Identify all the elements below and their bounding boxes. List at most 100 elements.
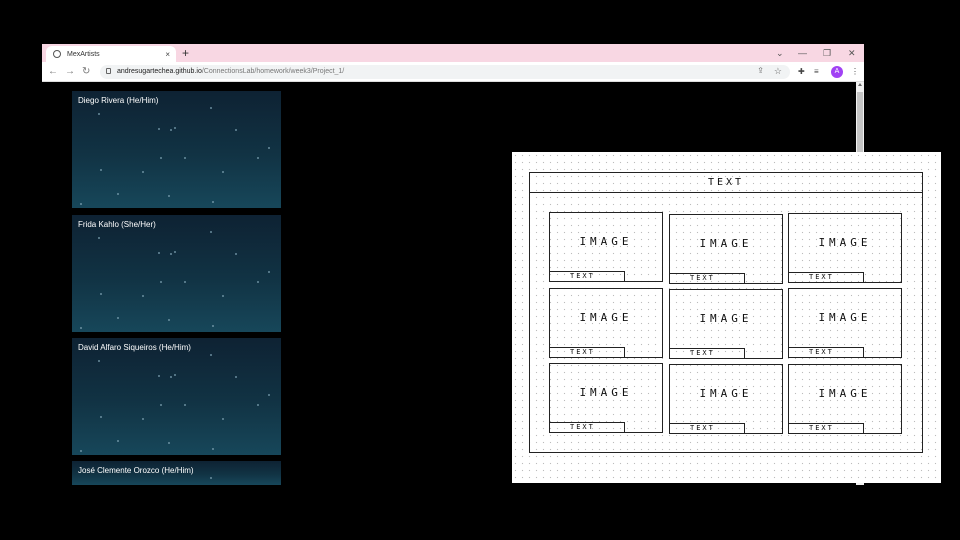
wireframe-cell: IMAGE TEXT	[788, 213, 902, 283]
star-dot	[117, 440, 119, 442]
browser-toolbar: ← → ↻ andresugartechea.github.io/Connect…	[42, 62, 864, 82]
star-dot	[257, 404, 259, 406]
wireframe-cell: IMAGE TEXT	[788, 364, 902, 434]
reading-list-icon[interactable]: ≡	[814, 66, 819, 78]
star-dot	[268, 271, 270, 273]
wireframe-cell: IMAGE TEXT	[788, 288, 902, 358]
star-dot	[268, 394, 270, 396]
wireframe-text-label: TEXT	[669, 273, 745, 284]
scroll-up-arrow-icon[interactable]	[858, 83, 862, 86]
artist-name: David Alfaro Siqueiros (He/Him)	[78, 343, 191, 352]
restore-button[interactable]: ❐	[823, 46, 831, 60]
reload-button[interactable]: ↻	[82, 65, 90, 79]
star-dot	[98, 237, 100, 239]
tab-title: MexArtists	[67, 50, 100, 58]
star-dot	[98, 113, 100, 115]
tab-bar: MexArtists × + ⌄ — ❐ ✕	[42, 44, 864, 62]
share-icon[interactable]: ⇪	[757, 66, 764, 75]
tab-search-button[interactable]: ⌄	[776, 46, 784, 60]
star-dot	[184, 157, 186, 159]
star-dot	[117, 193, 119, 195]
url-path: /ConnectionsLab/homework/week3/Project_1…	[201, 68, 345, 75]
wireframe-text-label: TEXT	[549, 347, 625, 358]
minimize-button[interactable]: —	[798, 46, 807, 60]
close-window-button[interactable]: ✕	[848, 46, 856, 60]
star-dot	[160, 404, 162, 406]
star-dot	[170, 129, 172, 131]
star-dot	[168, 442, 170, 444]
tab-close-button[interactable]: ×	[165, 50, 170, 59]
star-dot	[174, 374, 176, 376]
star-dot	[80, 327, 82, 329]
star-dot	[142, 418, 144, 420]
star-dot	[222, 418, 224, 420]
star-dot	[158, 128, 160, 130]
profile-avatar[interactable]: A	[831, 66, 843, 78]
wireframe-cell: IMAGE TEXT	[669, 364, 783, 434]
artist-card[interactable]: David Alfaro Siqueiros (He/Him)	[72, 338, 281, 455]
wireframe-image-label: IMAGE	[579, 386, 633, 399]
star-dot	[100, 293, 102, 295]
star-dot	[184, 404, 186, 406]
wireframe-image-label: IMAGE	[699, 237, 753, 250]
url-text[interactable]: andresugartechea.github.io/ConnectionsLa…	[117, 67, 344, 77]
wireframe-image-label: IMAGE	[818, 387, 872, 400]
wireframe-image-label: IMAGE	[699, 312, 753, 325]
star-dot	[170, 253, 172, 255]
star-dot	[212, 201, 214, 203]
new-tab-button[interactable]: +	[182, 46, 189, 60]
star-dot	[160, 281, 162, 283]
lock-icon	[106, 68, 111, 74]
star-dot	[142, 295, 144, 297]
bookmark-star-icon[interactable]: ☆	[774, 66, 782, 77]
extensions-icon[interactable]: ✚	[798, 66, 805, 78]
star-dot	[160, 157, 162, 159]
artist-card[interactable]: Diego Rivera (He/Him)	[72, 91, 281, 208]
star-dot	[80, 450, 82, 452]
wireframe-text-label: TEXT	[549, 271, 625, 282]
address-bar[interactable]: andresugartechea.github.io/ConnectionsLa…	[100, 65, 790, 79]
wireframe-header: TEXT	[529, 172, 923, 193]
globe-icon	[53, 50, 61, 58]
wireframe-cell: IMAGE TEXT	[669, 214, 783, 284]
star-dot	[235, 376, 237, 378]
star-dot	[100, 169, 102, 171]
star-dot	[142, 171, 144, 173]
back-button[interactable]: ←	[48, 65, 58, 79]
star-dot	[212, 448, 214, 450]
wireframe-image-label: IMAGE	[579, 311, 633, 324]
artist-name: Frida Kahlo (She/Her)	[78, 220, 156, 229]
menu-kebab-icon[interactable]: ⋮	[851, 66, 859, 78]
star-dot	[117, 317, 119, 319]
wireframe-text-label: TEXT	[669, 348, 745, 359]
star-dot	[210, 107, 212, 109]
browser-tab[interactable]: MexArtists ×	[46, 46, 176, 62]
url-host: andresugartechea.github.io	[117, 68, 202, 75]
star-dot	[212, 325, 214, 327]
star-dot	[210, 477, 212, 479]
wireframe-text-label: TEXT	[788, 347, 864, 358]
forward-button[interactable]: →	[65, 65, 75, 79]
artist-card[interactable]: Frida Kahlo (She/Her)	[72, 215, 281, 332]
wireframe-sketch: TEXT IMAGE TEXT IMAGE TEXT IMAGE TEXT IM…	[512, 152, 941, 483]
star-dot	[235, 253, 237, 255]
star-dot	[168, 195, 170, 197]
wireframe-text-label: TEXT	[549, 422, 625, 433]
wireframe-image-label: IMAGE	[699, 387, 753, 400]
star-dot	[210, 231, 212, 233]
wireframe-text-label: TEXT	[788, 272, 864, 283]
wireframe-text-label: TEXT	[788, 423, 864, 434]
wireframe-text-label: TEXT	[669, 423, 745, 434]
star-dot	[184, 281, 186, 283]
artist-name: José Clemente Orozco (He/Him)	[78, 466, 194, 475]
wireframe-image-label: IMAGE	[579, 235, 633, 248]
wireframe-cell: IMAGE TEXT	[549, 288, 663, 358]
star-dot	[174, 251, 176, 253]
star-dot	[158, 252, 160, 254]
wireframe-image-label: IMAGE	[818, 236, 872, 249]
star-dot	[170, 376, 172, 378]
artist-name: Diego Rivera (He/Him)	[78, 96, 159, 105]
star-dot	[158, 375, 160, 377]
artist-card[interactable]: José Clemente Orozco (He/Him)	[72, 461, 281, 485]
wireframe-image-label: IMAGE	[818, 311, 872, 324]
